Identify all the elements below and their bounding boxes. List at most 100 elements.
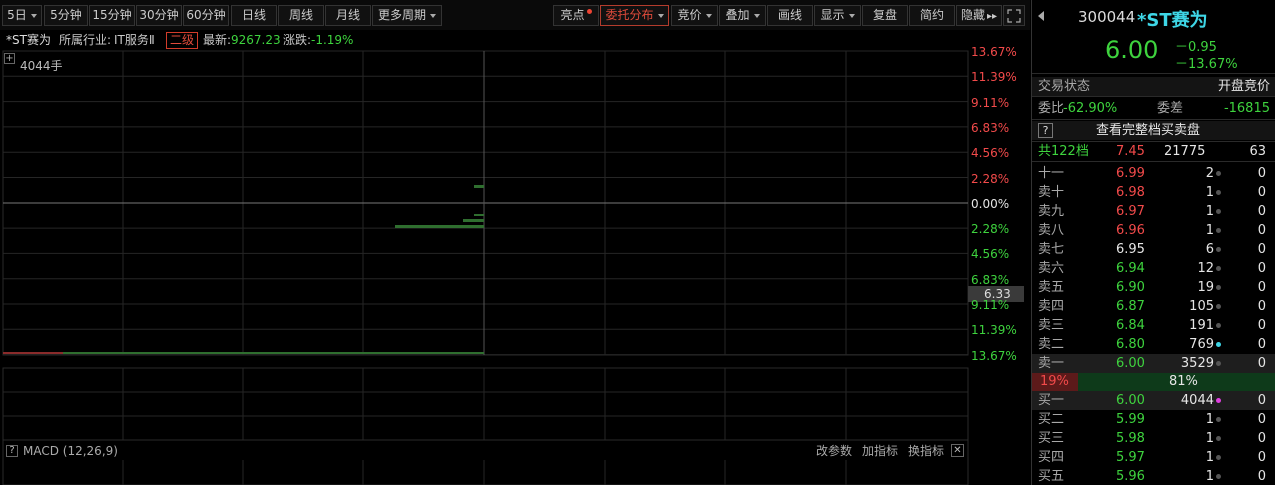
toolbar: 5日 5分钟 15分钟 30分钟 60分钟 日线 周线 月线 更多周期 亮点 委…: [0, 0, 1030, 30]
bid-row[interactable]: 买二 5.99 1 0: [1032, 410, 1275, 429]
simple-button[interactable]: 简约: [909, 5, 955, 26]
ratio-value: -62.90%: [1063, 101, 1118, 116]
ask-row[interactable]: 卖四 6.87 105 0: [1032, 297, 1275, 316]
ask-price: 6.99: [1116, 166, 1145, 181]
monthly-button[interactable]: 月线: [325, 5, 371, 26]
draw-line-button[interactable]: 画线: [767, 5, 813, 26]
bid-row[interactable]: 买四 5.97 1 0: [1032, 448, 1275, 467]
auction-button[interactable]: 竞价: [671, 5, 718, 26]
add-indicator-button[interactable]: 加指标: [862, 441, 898, 461]
ask-price: 6.84: [1116, 318, 1145, 333]
trade-status-value: 开盘竞价: [1217, 79, 1270, 94]
depth-bar: [474, 214, 484, 216]
bid-label: 买一: [1038, 393, 1065, 408]
total-label: 共122档: [1038, 144, 1089, 159]
level-badge[interactable]: 二级: [166, 32, 199, 49]
ask-change: 0: [1257, 166, 1266, 181]
ask-row[interactable]: 卖八 6.96 1 0: [1032, 221, 1275, 240]
sell-pct: 19%: [1040, 374, 1069, 389]
axis-tick-label: 11.39%: [971, 323, 1017, 338]
ask-row[interactable]: 卖三 6.84 191 0: [1032, 316, 1275, 335]
hide-button[interactable]: 隐藏 ▸▸: [956, 5, 1002, 26]
ask-row[interactable]: 卖六 6.94 12 0: [1032, 259, 1275, 278]
status-dot-icon: [1216, 342, 1221, 347]
min15-button[interactable]: 15分钟: [89, 5, 135, 26]
status-dot-icon: [1216, 436, 1221, 441]
bid-row[interactable]: 买三 5.98 1 0: [1032, 429, 1275, 448]
order-distribution-button[interactable]: 委托分布: [600, 5, 669, 26]
ask-row[interactable]: 卖一 6.00 3529 0: [1032, 354, 1275, 373]
daily-button[interactable]: 日线: [231, 5, 277, 26]
axis-tick-label: 11.39%: [971, 70, 1017, 85]
fullscreen-button[interactable]: [1003, 5, 1025, 26]
ask-row[interactable]: 卖二 6.80 769 0: [1032, 335, 1275, 354]
ask-row[interactable]: 十一 6.99 2 0: [1032, 164, 1275, 183]
min60-button[interactable]: 60分钟: [183, 5, 229, 26]
help-icon[interactable]: ?: [1038, 123, 1053, 138]
status-dot-icon: [1216, 361, 1221, 366]
ask-label: 卖三: [1038, 318, 1065, 333]
full-book-link[interactable]: 查看完整档买卖盘: [1096, 121, 1200, 140]
status-dot-icon: [1216, 398, 1221, 403]
ask-row[interactable]: 卖五 6.90 19 0: [1032, 278, 1275, 297]
industry-value[interactable]: IT服务Ⅱ: [114, 30, 155, 50]
more-periods-button[interactable]: 更多周期: [372, 5, 442, 26]
ask-row[interactable]: 卖七 6.95 6 0: [1032, 240, 1275, 259]
ask-price: 6.96: [1116, 223, 1145, 238]
ask-volume: 2: [1205, 166, 1214, 181]
bid-label: 买五: [1038, 469, 1065, 484]
ask-change: 0: [1257, 185, 1266, 200]
review-button[interactable]: 复盘: [862, 5, 908, 26]
total-vol: 21775: [1164, 144, 1206, 159]
bid-price: 5.99: [1116, 412, 1145, 427]
axis-tick-label: 2.28%: [971, 222, 1010, 237]
bid-row[interactable]: 买一 6.00 4044 0: [1032, 391, 1275, 410]
highlight-button[interactable]: 亮点: [553, 5, 599, 26]
chevron-left-icon[interactable]: [1038, 11, 1044, 21]
bid-row[interactable]: 买五 5.96 1 0: [1032, 467, 1275, 485]
change-value: -1.19%: [311, 33, 354, 47]
ask-label: 卖六: [1038, 261, 1065, 276]
weekly-button[interactable]: 周线: [278, 5, 324, 26]
stock-code: 300044: [1078, 8, 1136, 26]
status-dot-icon: [1216, 247, 1221, 252]
order-distribution-label: 委托分布: [605, 8, 654, 22]
display-button[interactable]: 显示: [814, 5, 861, 26]
chart-area: [2, 50, 1024, 485]
change-params-button[interactable]: 改参数: [816, 441, 852, 461]
price-marker: 6.33: [984, 287, 1011, 301]
current-price: 6.00: [1105, 36, 1159, 64]
bid-change: 0: [1257, 431, 1266, 446]
ask-change: 0: [1257, 223, 1266, 238]
status-dot-icon: [1216, 474, 1221, 479]
ratio-bar: 19% 81%: [1032, 373, 1275, 391]
axis-tick-label: 13.67%: [971, 348, 1017, 363]
ask-volume: 1: [1205, 204, 1214, 219]
help-icon[interactable]: ?: [6, 445, 18, 457]
min30-button[interactable]: 30分钟: [136, 5, 182, 26]
status-dot-icon: [1216, 266, 1221, 271]
notification-dot: [586, 9, 592, 14]
switch-indicator-button[interactable]: 换指标: [908, 441, 944, 461]
full-book-row[interactable]: ? 查看完整档买卖盘: [1032, 121, 1275, 140]
industry-label: 所属行业:: [59, 33, 112, 47]
ask-row[interactable]: 卖十 6.98 1 0: [1032, 183, 1275, 202]
total-cnt: 63: [1249, 144, 1266, 159]
status-dot-icon: [1216, 304, 1221, 309]
overlay-button[interactable]: 叠加: [719, 5, 766, 26]
close-icon[interactable]: ✕: [951, 444, 964, 457]
depth-bar: [395, 225, 484, 228]
bid-price: 5.97: [1116, 450, 1145, 465]
ask-row[interactable]: 卖九 6.97 1 0: [1032, 202, 1275, 221]
buy-pct: 81%: [1169, 374, 1198, 389]
expand-icon[interactable]: +: [4, 53, 15, 64]
min5-button[interactable]: 5分钟: [44, 5, 88, 26]
chevron-right-icon: ▸▸: [986, 11, 998, 22]
ask-change: 0: [1257, 337, 1266, 352]
axis-tick-label: 4.56%: [971, 146, 1010, 161]
five-day-button[interactable]: 5日: [2, 5, 42, 26]
depth-bar: [474, 185, 484, 188]
status-dot-icon: [1216, 190, 1221, 195]
ask-label: 卖五: [1038, 280, 1065, 295]
ask-change: 0: [1257, 204, 1266, 219]
